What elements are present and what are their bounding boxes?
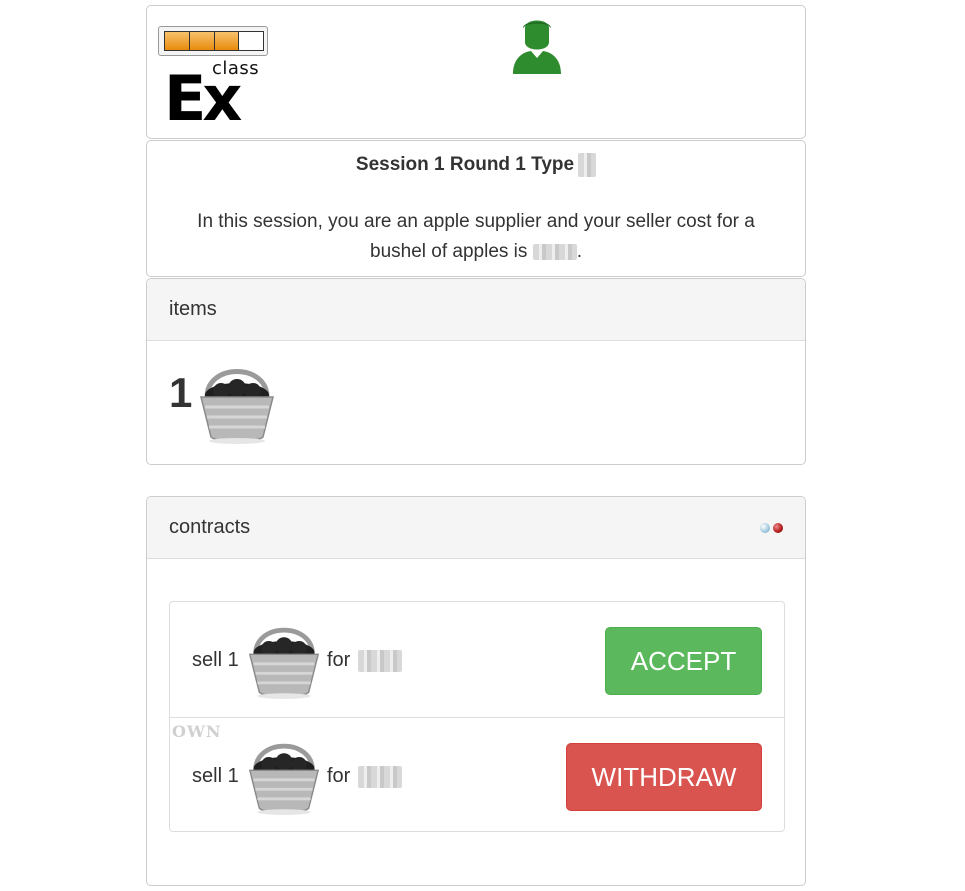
progress-cell	[189, 32, 215, 50]
items-heading-text: items	[169, 298, 217, 320]
user-icon	[513, 20, 561, 74]
classex-logo: class Ex	[164, 58, 264, 135]
contract-sell-label: sell 1	[192, 765, 239, 787]
accept-button[interactable]: ACCEPT	[605, 627, 762, 695]
item-quantity: 1	[169, 369, 193, 416]
header-panel: class Ex	[146, 5, 806, 139]
progress-cell	[165, 32, 190, 50]
logo-ex-text: Ex	[164, 62, 242, 135]
items-panel: items 1	[146, 278, 806, 465]
contracts-heading: contracts	[147, 497, 805, 559]
contract-for-label: for	[327, 765, 351, 787]
apple-basket-icon	[200, 369, 274, 444]
contract-row: sell 1 for ACCEPT	[170, 602, 784, 717]
apple-basket-icon	[248, 627, 320, 699]
progress-track	[164, 31, 264, 51]
session-info-panel: Session 1 Round 1 Type In this session, …	[146, 140, 806, 277]
session-description: In this session, you are an apple suppli…	[167, 207, 785, 267]
connection-status	[760, 522, 783, 533]
status-dot-blue-icon	[760, 522, 770, 533]
contract-for-label: for	[327, 649, 351, 671]
progress-cell	[239, 32, 263, 50]
contract-sell-label: sell 1	[192, 649, 239, 671]
items-heading: items	[147, 279, 805, 341]
session-title-text: Session 1 Round 1 Type	[355, 154, 575, 175]
session-description-text: In this session, you are an apple suppli…	[197, 211, 755, 262]
own-tag: OWN	[172, 722, 222, 741]
redacted-price	[358, 650, 402, 672]
redacted-cost	[532, 243, 577, 260]
contract-row: OWN sell 1 for WITHDRAW	[170, 717, 784, 832]
items-body: 1	[147, 341, 805, 465]
redacted-type	[578, 153, 597, 177]
contracts-list: sell 1 for ACCEPT OWN sell 1 for WITHDRA…	[169, 601, 785, 832]
progress-cell	[214, 32, 240, 50]
redacted-price	[358, 766, 402, 788]
contracts-panel: contracts sell 1 for ACCEPT OWN sell 1 f…	[146, 496, 806, 886]
withdraw-button[interactable]: WITHDRAW	[566, 743, 762, 811]
apple-basket-icon	[248, 743, 320, 815]
status-dot-red-icon	[773, 522, 783, 533]
session-description-end: .	[576, 241, 582, 262]
contracts-heading-text: contracts	[169, 516, 251, 538]
session-title: Session 1 Round 1 Type	[147, 153, 805, 177]
round-progress-bar	[158, 26, 268, 56]
